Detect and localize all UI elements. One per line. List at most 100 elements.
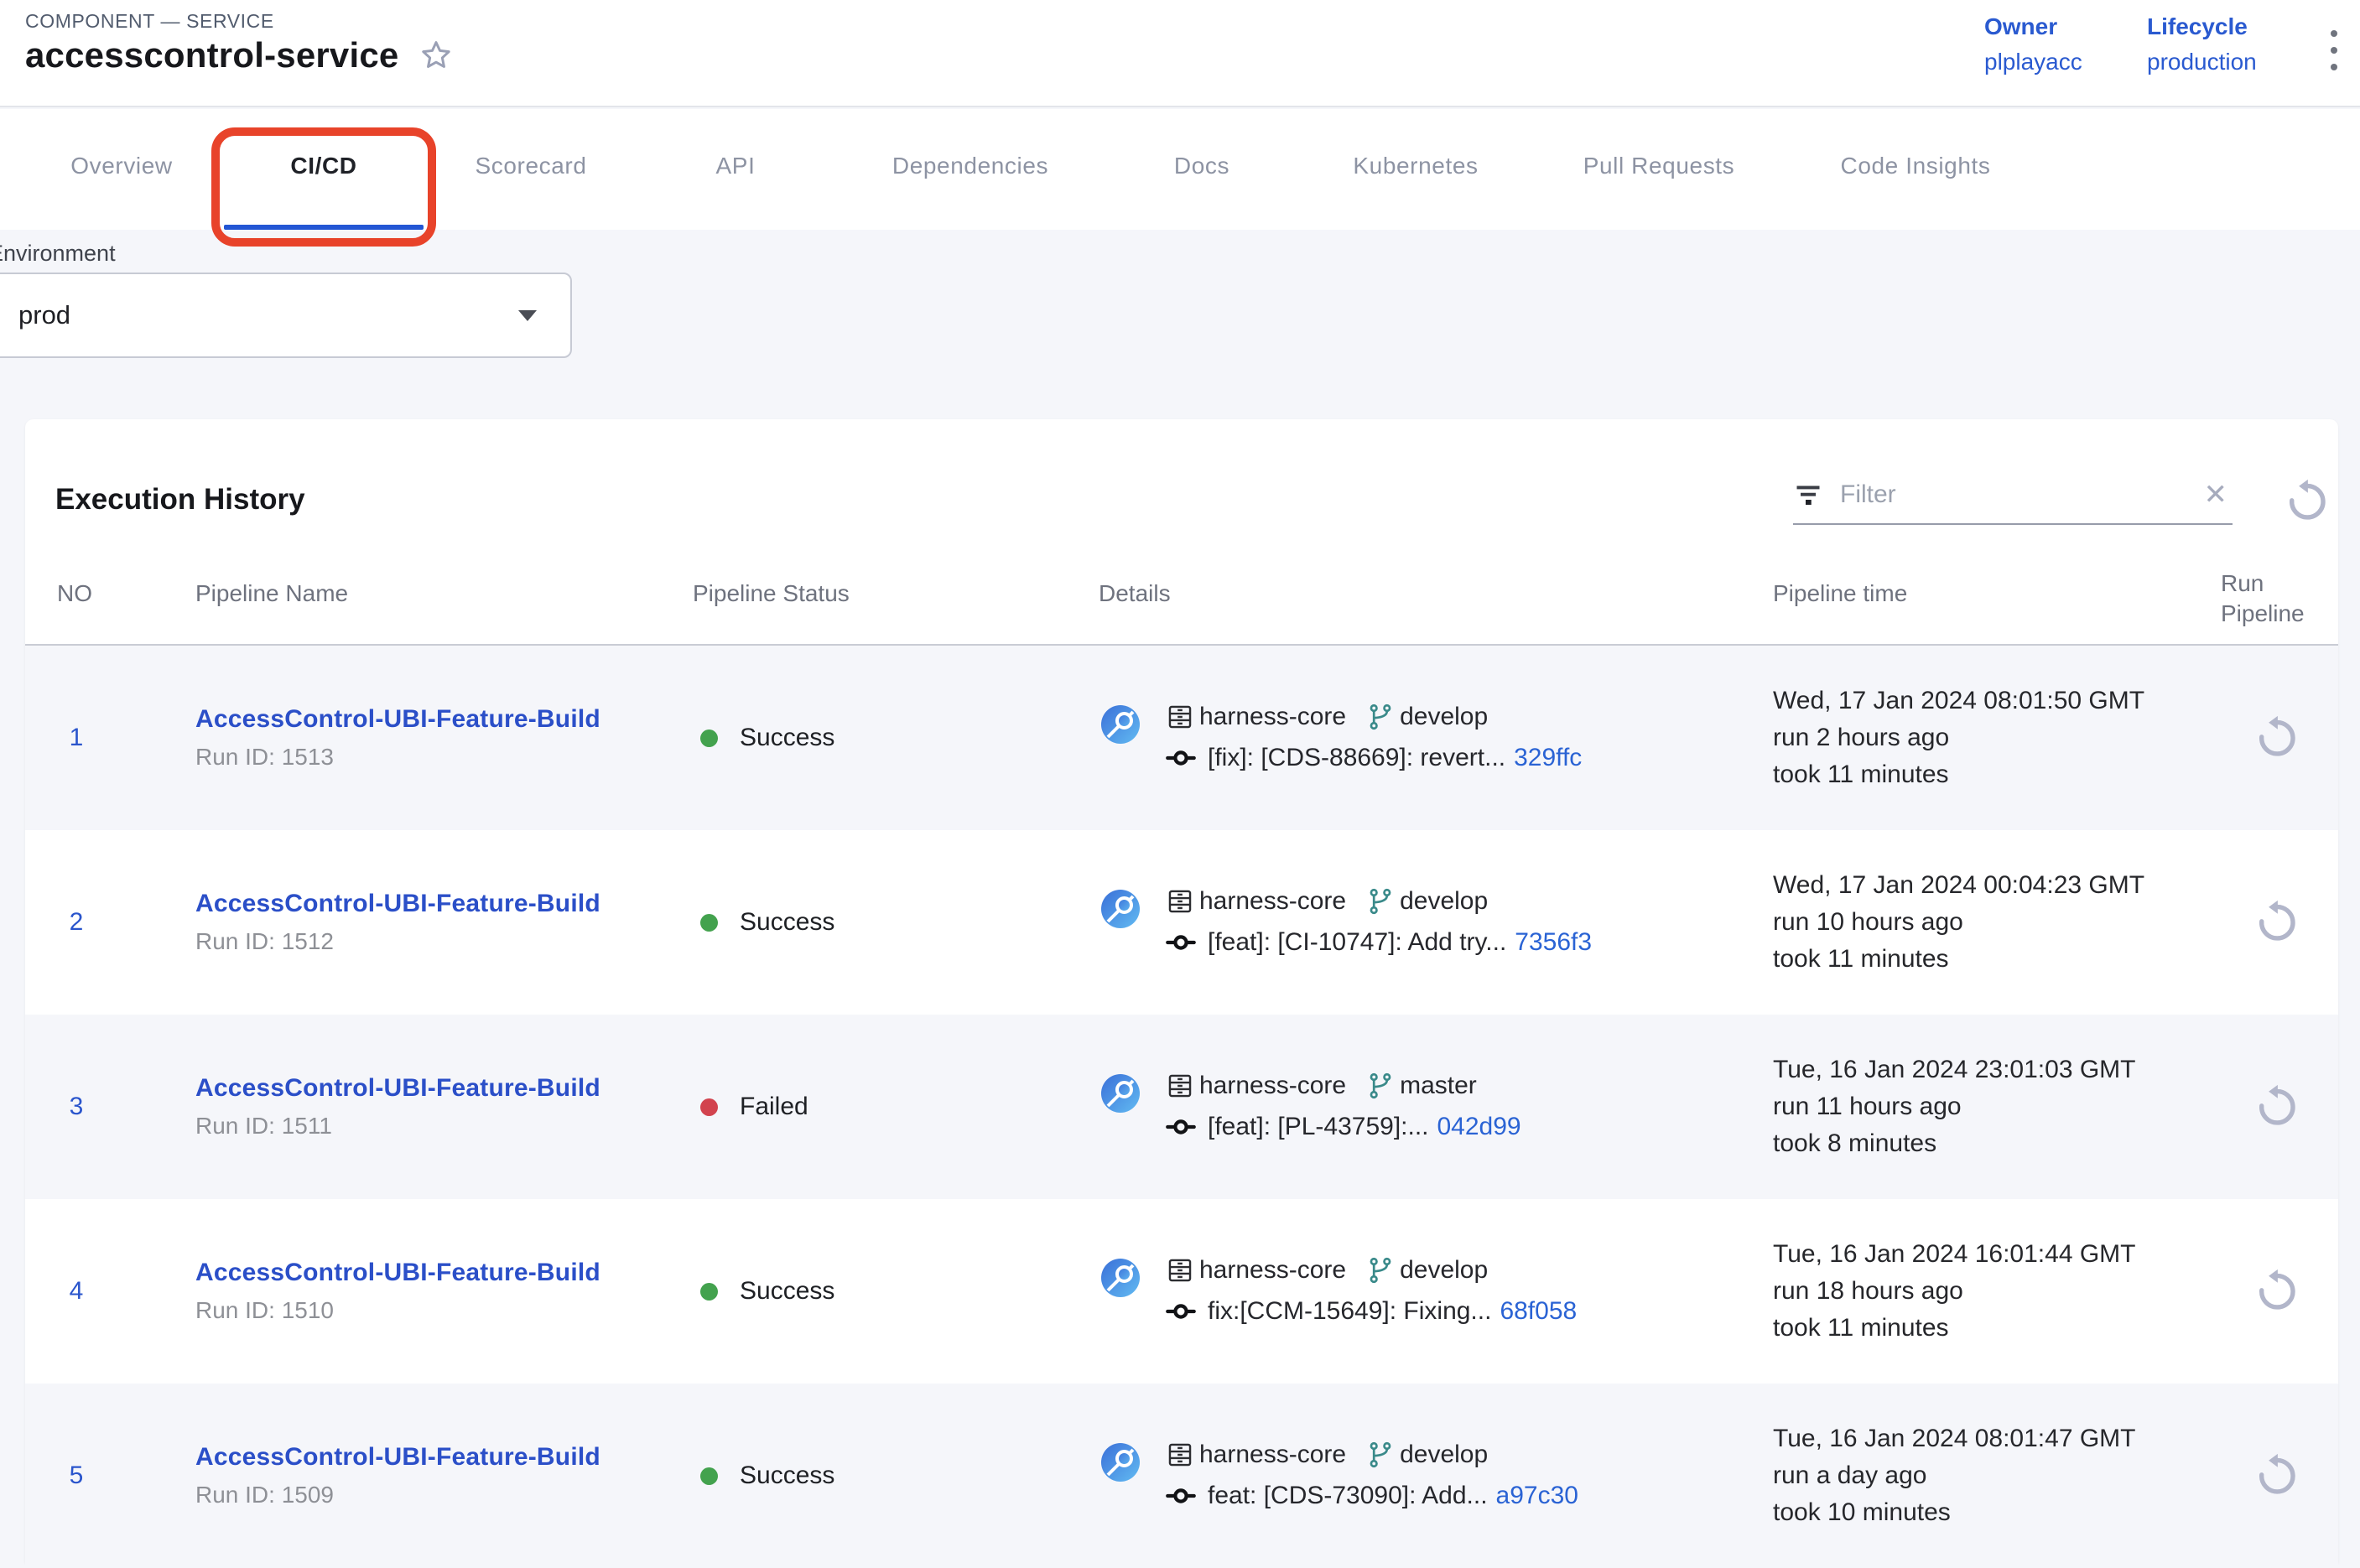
branch-name: develop (1400, 703, 1488, 731)
refresh-icon[interactable] (2283, 478, 2330, 525)
commit-sha-link[interactable]: 7356f3 (1515, 928, 1592, 957)
git-commit-icon (1166, 1296, 1196, 1327)
ci-module-icon (1100, 1073, 1141, 1114)
time-relative: run 10 hours ago (1773, 904, 2144, 941)
status-label: Success (740, 724, 834, 752)
active-tab-underline (224, 225, 424, 230)
row-number: 3 (50, 1093, 102, 1121)
repository-icon (1166, 1256, 1194, 1285)
clear-filter-icon[interactable]: ✕ (2199, 480, 2233, 509)
status-label: Success (740, 1277, 834, 1306)
tab-cicd[interactable]: CI/CD (290, 153, 356, 179)
git-commit-icon (1166, 927, 1196, 958)
row-number: 4 (50, 1277, 102, 1306)
commit-sha-link[interactable]: 042d99 (1437, 1113, 1521, 1141)
status-label: Failed (740, 1093, 808, 1121)
owner-link[interactable]: plplayacc (1984, 45, 2082, 79)
owner-label: Owner (1984, 8, 2082, 45)
chevron-down-icon (518, 310, 537, 321)
ci-module-icon (1100, 1258, 1141, 1298)
time-gmt: Tue, 16 Jan 2024 23:01:03 GMT (1773, 1051, 2136, 1088)
lifecycle-label: Lifecycle (2147, 8, 2257, 45)
commit-sha-link[interactable]: 68f058 (1500, 1297, 1577, 1326)
more-options-kebab-icon[interactable] (2321, 23, 2347, 77)
execution-history-card: Execution History ✕ NO Pipeline Name Pip… (25, 419, 2338, 1563)
commit-message: [feat]: [PL-43759]:... (1208, 1113, 1429, 1141)
time-gmt: Tue, 16 Jan 2024 08:01:47 GMT (1773, 1420, 2136, 1457)
git-branch-icon (1366, 1441, 1395, 1469)
branch-name: master (1400, 1072, 1477, 1100)
col-pipeline-status: Pipeline Status (693, 580, 850, 607)
tab-scorecard[interactable]: Scorecard (475, 153, 586, 179)
ci-module-icon (1100, 889, 1141, 929)
time-relative: run 11 hours ago (1773, 1088, 2136, 1125)
repository-icon (1166, 1441, 1194, 1469)
status-dot (700, 1098, 718, 1116)
table-row: 3 AccessControl-UBI-Feature-Build Run ID… (25, 1015, 2338, 1199)
time-duration: took 10 minutes (1773, 1494, 2136, 1531)
tab-overview[interactable]: Overview (70, 153, 173, 179)
col-details: Details (1099, 580, 1171, 607)
branch-name: develop (1400, 1256, 1488, 1285)
pipeline-name-link[interactable]: AccessControl-UBI-Feature-Build (195, 705, 600, 734)
tab-bar: Overview CI/CD Scorecard API Dependencie… (0, 109, 2360, 230)
status-label: Success (740, 1462, 834, 1490)
table-row: 5 AccessControl-UBI-Feature-Build Run ID… (25, 1384, 2338, 1568)
status-label: Success (740, 908, 834, 937)
environment-select[interactable]: prod (0, 273, 572, 358)
git-branch-icon (1366, 1256, 1395, 1285)
filter-icon (1793, 480, 1823, 510)
run-id: Run ID: 1513 (195, 744, 600, 771)
git-branch-icon (1366, 703, 1395, 731)
entity-kicker: COMPONENT — SERVICE (25, 10, 274, 33)
tab-docs[interactable]: Docs (1174, 153, 1229, 179)
time-duration: took 11 minutes (1773, 1310, 2136, 1347)
page-header: COMPONENT — SERVICE accesscontrol-servic… (0, 0, 2360, 107)
time-duration: took 8 minutes (1773, 1125, 2136, 1162)
run-pipeline-button[interactable] (2253, 899, 2300, 946)
filter-input[interactable] (1840, 480, 2182, 509)
pipeline-name-link[interactable]: AccessControl-UBI-Feature-Build (195, 890, 600, 918)
run-pipeline-button[interactable] (2253, 714, 2300, 761)
section-title: Execution History (55, 483, 305, 517)
repo-name: harness-core (1199, 1441, 1346, 1469)
tab-dependencies[interactable]: Dependencies (892, 153, 1048, 179)
table-row: 1 AccessControl-UBI-Feature-Build Run ID… (25, 646, 2338, 830)
tab-api[interactable]: API (716, 153, 756, 179)
commit-message: [fix]: [CDS-88669]: revert... (1208, 744, 1505, 772)
commit-message: fix:[CCM-15649]: Fixing... (1208, 1297, 1491, 1326)
pipeline-name-link[interactable]: AccessControl-UBI-Feature-Build (195, 1074, 600, 1103)
time-gmt: Wed, 17 Jan 2024 08:01:50 GMT (1773, 683, 2144, 719)
branch-name: develop (1400, 887, 1488, 916)
pipeline-name-link[interactable]: AccessControl-UBI-Feature-Build (195, 1259, 600, 1287)
pipeline-name-link[interactable]: AccessControl-UBI-Feature-Build (195, 1443, 600, 1472)
commit-message: feat: [CDS-73090]: Add... (1208, 1482, 1488, 1510)
repo-name: harness-core (1199, 1256, 1346, 1285)
favorite-star-icon[interactable] (418, 38, 454, 73)
git-branch-icon (1366, 1072, 1395, 1100)
table-body: 1 AccessControl-UBI-Feature-Build Run ID… (25, 646, 2338, 1568)
run-pipeline-button[interactable] (2253, 1083, 2300, 1130)
status-dot (700, 914, 718, 932)
tab-pull-requests[interactable]: Pull Requests (1583, 153, 1735, 179)
row-number: 1 (50, 724, 102, 752)
table-header: NO Pipeline Name Pipeline Status Details… (25, 569, 2338, 646)
commit-sha-link[interactable]: 329ffc (1514, 744, 1582, 772)
table-row: 2 AccessControl-UBI-Feature-Build Run ID… (25, 830, 2338, 1015)
row-number: 5 (50, 1462, 102, 1490)
status-dot (700, 1283, 718, 1301)
run-pipeline-button[interactable] (2253, 1268, 2300, 1315)
repository-icon (1166, 887, 1194, 916)
filter-field: ✕ (1793, 480, 2233, 525)
commit-sha-link[interactable]: a97c30 (1496, 1482, 1578, 1510)
status-dot (700, 729, 718, 747)
run-pipeline-button[interactable] (2253, 1452, 2300, 1499)
time-relative: run 18 hours ago (1773, 1273, 2136, 1310)
col-no: NO (57, 580, 92, 607)
tab-code-insights[interactable]: Code Insights (1840, 153, 1990, 179)
time-relative: run 2 hours ago (1773, 719, 2144, 756)
time-duration: took 11 minutes (1773, 756, 2144, 793)
tab-kubernetes[interactable]: Kubernetes (1353, 153, 1478, 179)
commit-message: [feat]: [CI-10747]: Add try... (1208, 928, 1506, 957)
git-commit-icon (1166, 743, 1196, 773)
